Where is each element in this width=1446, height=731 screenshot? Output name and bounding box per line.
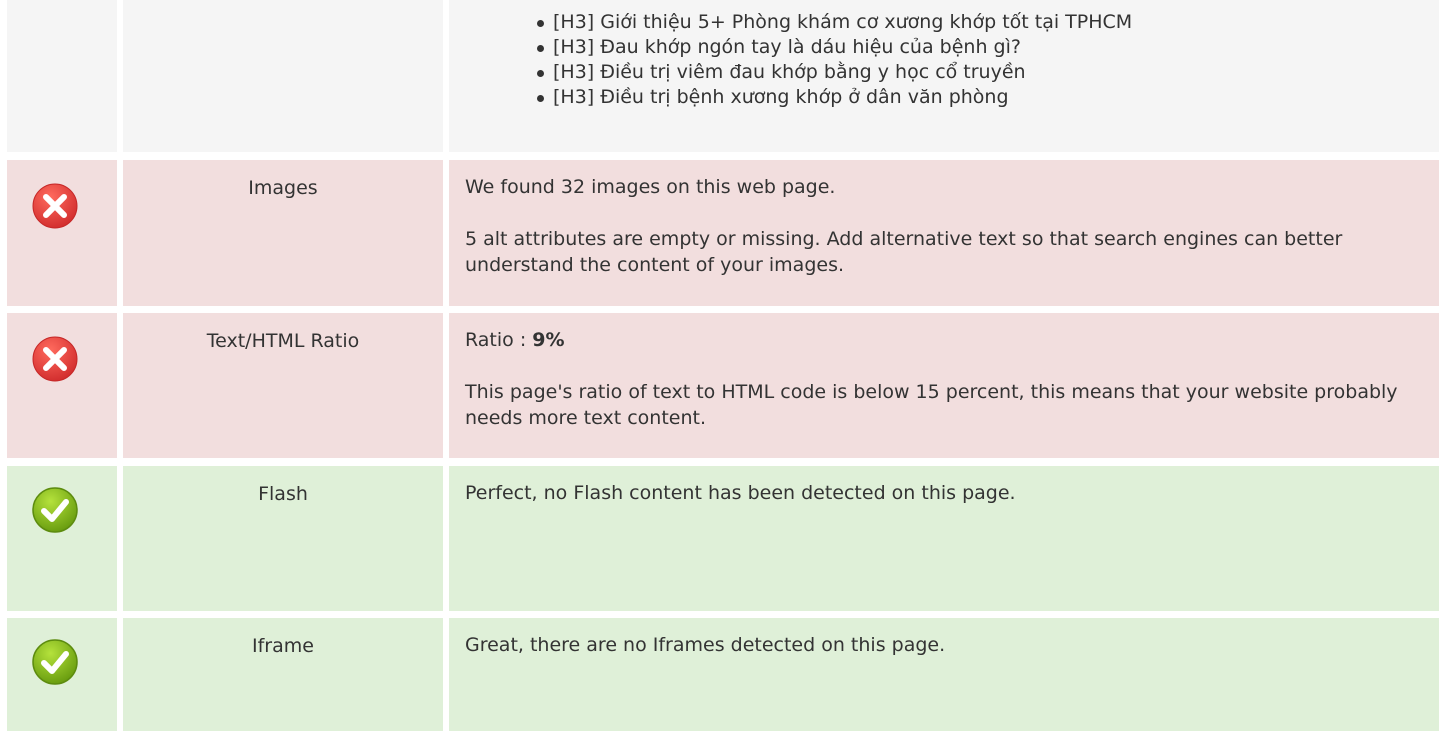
images-label-cell: Images	[123, 160, 443, 306]
headings-list: [H3] Giới thiệu 5+ Phòng khám cơ xương k…	[449, 0, 1439, 110]
ratio-content-cell: Ratio : 9% This page's ratio of text to …	[449, 313, 1439, 458]
check-result: We found 32 images on this web page. 5 a…	[449, 160, 1439, 278]
images-row: Images We found 32 images on this web pa…	[0, 160, 1446, 306]
result-detail: 5 alt attributes are empty or missing. A…	[465, 228, 1343, 276]
ratio-label-cell: Text/HTML Ratio	[123, 313, 443, 458]
headings-row: [H3] Giới thiệu 5+ Phòng khám cơ xương k…	[0, 0, 1446, 152]
flash-content-cell: Perfect, no Flash content has been detec…	[449, 466, 1439, 611]
check-result: Ratio : 9% This page's ratio of text to …	[449, 313, 1439, 431]
images-status-cell	[7, 160, 117, 306]
error-x-icon	[31, 182, 79, 230]
flash-label-cell: Flash	[123, 466, 443, 611]
result-text: We found 32 images on this web page.	[465, 176, 836, 198]
ratio-value: 9%	[532, 329, 565, 351]
check-label: Iframe	[252, 635, 314, 657]
list-item: [H3] Điều trị bệnh xương khớp ở dân văn …	[537, 85, 1439, 110]
check-ok-icon	[31, 486, 79, 534]
text-html-ratio-row: Text/HTML Ratio Ratio : 9% This page's r…	[0, 313, 1446, 458]
flash-status-cell	[7, 466, 117, 611]
check-label: Images	[248, 177, 318, 199]
list-item: [H3] Điều trị viêm đau khớp bằng y học c…	[537, 60, 1439, 85]
headings-label-cell	[123, 0, 443, 152]
iframe-row: Iframe Great, there are no Iframes detec…	[0, 618, 1446, 731]
error-x-icon	[31, 335, 79, 383]
iframe-status-cell	[7, 618, 117, 731]
iframe-content-cell: Great, there are no Iframes detected on …	[449, 618, 1439, 731]
headings-status-cell	[7, 0, 117, 152]
ratio-prefix: Ratio :	[465, 329, 533, 351]
iframe-label-cell: Iframe	[123, 618, 443, 731]
headings-content-cell: [H3] Giới thiệu 5+ Phòng khám cơ xương k…	[449, 0, 1439, 152]
flash-row: Flash Perfect, no Flash content has been…	[0, 466, 1446, 611]
list-item: [H3] Đau khớp ngón tay là dáu hiệu của b…	[537, 35, 1439, 60]
result-detail: This page's ratio of text to HTML code i…	[465, 381, 1398, 429]
check-ok-icon	[31, 638, 79, 686]
ratio-line: Ratio : 9%	[465, 327, 1423, 353]
ratio-status-cell	[7, 313, 117, 458]
check-label: Flash	[258, 483, 308, 505]
check-result: Perfect, no Flash content has been detec…	[449, 466, 1439, 506]
check-label: Text/HTML Ratio	[206, 330, 360, 352]
result-text: Great, there are no Iframes detected on …	[465, 634, 946, 656]
check-result: Great, there are no Iframes detected on …	[449, 618, 1439, 658]
images-content-cell: We found 32 images on this web page. 5 a…	[449, 160, 1439, 306]
list-item: [H3] Giới thiệu 5+ Phòng khám cơ xương k…	[537, 10, 1439, 35]
result-text: Perfect, no Flash content has been detec…	[465, 482, 1016, 504]
